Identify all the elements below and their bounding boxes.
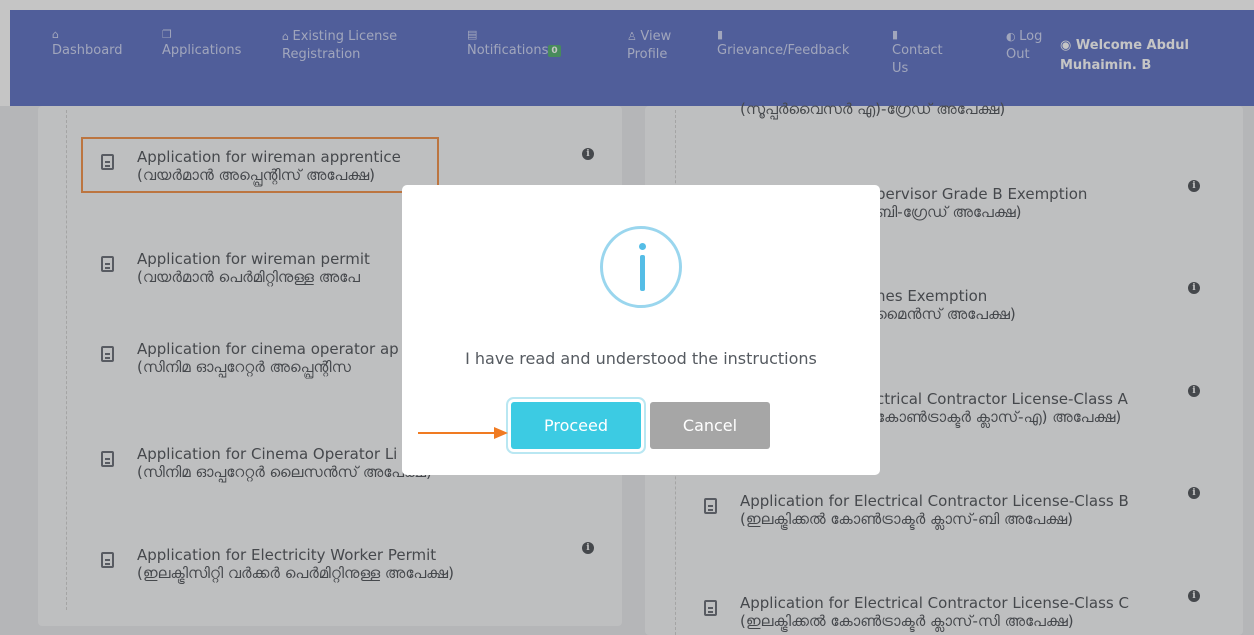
cancel-button[interactable]: Cancel	[650, 402, 770, 449]
info-dot	[639, 243, 646, 250]
info-bar	[640, 255, 645, 291]
dialog-message: I have read and understood the instructi…	[465, 349, 817, 368]
proceed-button[interactable]: Proceed	[511, 402, 641, 449]
info-circle-icon	[600, 226, 682, 308]
annotation-arrow	[418, 427, 508, 439]
